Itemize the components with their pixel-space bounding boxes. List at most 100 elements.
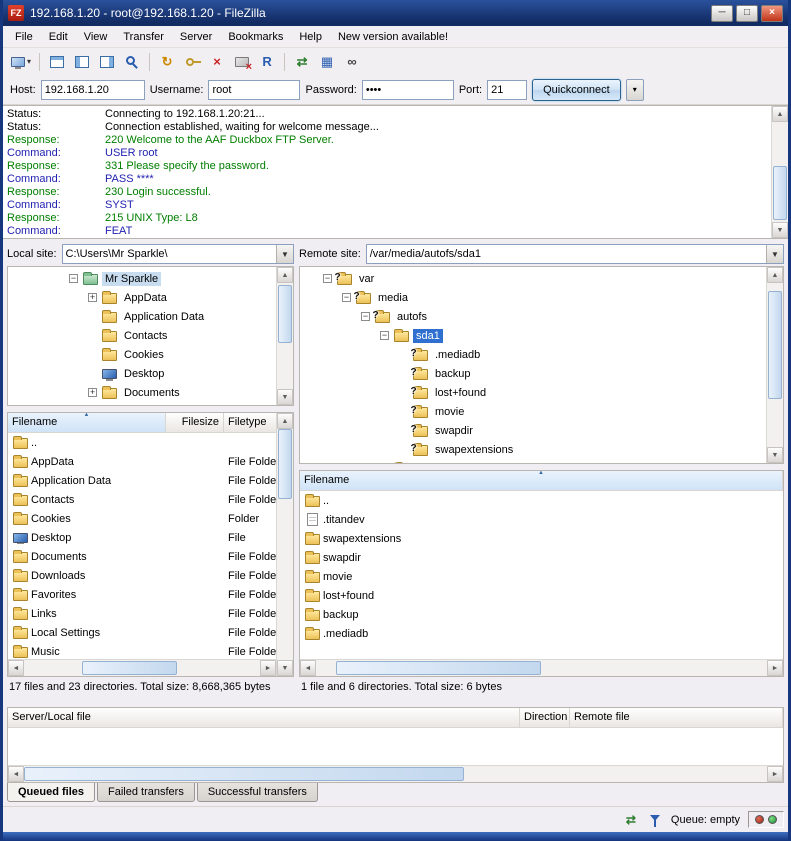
scrollbar-thumb[interactable] [773, 166, 787, 220]
tree-item-downloads[interactable]: +Downloads [8, 402, 273, 406]
file-row-backup[interactable]: backup [300, 605, 783, 624]
scrollbar-thumb[interactable] [768, 291, 782, 399]
file-row-application-data[interactable]: Application DataFile Folder [8, 471, 293, 490]
file-row-movie[interactable]: movie [300, 567, 783, 586]
tree-item-backup[interactable]: ?backup [300, 364, 763, 383]
menu-item-view[interactable]: View [76, 28, 116, 46]
scrollbar-thumb[interactable] [278, 285, 292, 343]
filter-icon[interactable] [647, 813, 663, 827]
column-header-filename[interactable]: Filename▲ [300, 471, 783, 490]
toggle-message-log-button[interactable] [45, 51, 69, 73]
username-input[interactable] [208, 80, 300, 100]
refresh-button[interactable]: ↻ [155, 51, 179, 73]
toggle-local-tree-button[interactable] [70, 51, 94, 73]
titlebar[interactable]: FZ 192.168.1.20 - root@192.168.1.20 - Fi… [3, 0, 788, 26]
menu-item-edit[interactable]: Edit [41, 28, 76, 46]
scrollbar-thumb[interactable] [24, 767, 464, 781]
column-header-filesize[interactable]: Filesize [166, 413, 224, 432]
toggle-remote-tree-button[interactable] [95, 51, 119, 73]
column-header-server-local-file[interactable]: Server/Local file [8, 708, 520, 727]
file-row-swapdir[interactable]: swapdir [300, 548, 783, 567]
tree-item-documents[interactable]: +Documents [8, 383, 273, 402]
tab-failed-transfers[interactable]: Failed transfers [97, 783, 195, 802]
file-row-documents[interactable]: DocumentsFile Folder [8, 547, 293, 566]
remote-site-combo[interactable]: /var/media/autofs/sda1 ▼ [366, 244, 784, 264]
scroll-up-button[interactable]: ▲ [772, 106, 788, 122]
scroll-down-button[interactable]: ▼ [772, 222, 788, 238]
scrollbar-thumb[interactable] [336, 661, 541, 675]
horizontal-scrollbar[interactable]: ◄► [300, 659, 783, 676]
disconnect-button[interactable] [230, 51, 254, 73]
quickconnect-button[interactable]: Quickconnect [532, 79, 621, 101]
scrollbar-track[interactable] [767, 283, 783, 447]
scrollbar-thumb[interactable] [278, 429, 292, 499]
expand-icon[interactable]: + [88, 388, 97, 397]
scrollbar-track[interactable] [277, 283, 293, 389]
tree-item-cookies[interactable]: Cookies [8, 345, 273, 364]
speed-limits-icon[interactable]: ⇄ [623, 813, 639, 827]
tree-item-mr-sparkle[interactable]: −Mr Sparkle [8, 269, 273, 288]
collapse-icon[interactable]: − [323, 274, 332, 283]
close-button[interactable]: × [761, 5, 783, 22]
synchronized-browsing-button[interactable]: ⇄ [290, 51, 314, 73]
scrollbar-thumb[interactable] [82, 661, 177, 675]
tree-item-contacts[interactable]: Contacts [8, 326, 273, 345]
site-manager-button[interactable]: ▾ [8, 51, 34, 73]
password-input[interactable] [362, 80, 454, 100]
vertical-scrollbar[interactable]: ▲▼ [771, 106, 788, 238]
file-row-mediadb[interactable]: .mediadb [300, 624, 783, 643]
tree-item-swapextensions[interactable]: ?swapextensions [300, 440, 763, 459]
local-site-combo[interactable]: C:\Users\Mr Sparkle\ ▼ [62, 244, 294, 264]
scroll-down-button[interactable]: ▼ [277, 389, 293, 405]
scroll-left-button[interactable]: ◄ [8, 660, 24, 676]
site-manager-dropdown-arrow-icon[interactable]: ▾ [27, 57, 31, 66]
tree-item-var[interactable]: −?var [300, 269, 763, 288]
file-row-contacts[interactable]: ContactsFile Folder [8, 490, 293, 509]
collapse-icon[interactable]: − [380, 331, 389, 340]
file-row-downloads[interactable]: DownloadsFile Folder [8, 566, 293, 585]
scroll-left-button[interactable]: ◄ [300, 660, 316, 676]
quickconnect-dropdown-button[interactable]: ▾ [626, 79, 644, 101]
tab-successful-transfers[interactable]: Successful transfers [197, 783, 318, 802]
local-site-dropdown-icon[interactable]: ▼ [276, 245, 293, 263]
file-row-appdata[interactable]: AppDataFile Folder [8, 452, 293, 471]
toggle-queue-button[interactable] [120, 51, 144, 73]
reconnect-button[interactable]: R [255, 51, 279, 73]
expand-icon[interactable]: + [88, 293, 97, 302]
tree-item-autofs[interactable]: −?autofs [300, 307, 763, 326]
file-row-desktop[interactable]: DesktopFile [8, 528, 293, 547]
file-row-titandev[interactable]: .titandev [300, 510, 783, 529]
collapse-icon[interactable]: − [361, 312, 370, 321]
scroll-up-button[interactable]: ▲ [277, 267, 293, 283]
column-header-direction[interactable]: Direction [520, 708, 570, 727]
scroll-down-button[interactable]: ▼ [277, 660, 293, 676]
horizontal-scrollbar[interactable]: ◄► [8, 659, 276, 676]
scroll-up-button[interactable]: ▲ [767, 267, 783, 283]
scroll-down-button[interactable]: ▼ [767, 447, 783, 463]
menu-item-server[interactable]: Server [172, 28, 220, 46]
tree-item-appdata[interactable]: +AppData [8, 288, 273, 307]
scrollbar-track[interactable] [772, 122, 788, 222]
menu-item-file[interactable]: File [7, 28, 41, 46]
scrollbar-track[interactable] [24, 660, 260, 676]
file-row-item[interactable]: .. [300, 491, 783, 510]
horizontal-scrollbar[interactable]: ◄► [8, 765, 783, 782]
file-row-links[interactable]: LinksFile Folder [8, 604, 293, 623]
file-row-item[interactable]: .. [8, 433, 293, 452]
file-row-local-settings[interactable]: Local SettingsFile Folder [8, 623, 293, 642]
column-header-remote-file[interactable]: Remote file [570, 708, 783, 727]
collapse-icon[interactable]: − [69, 274, 78, 283]
tab-queued-files[interactable]: Queued files [7, 783, 95, 802]
scrollbar-track[interactable] [277, 429, 293, 660]
menu-item-bookmarks[interactable]: Bookmarks [220, 28, 291, 46]
cancel-button[interactable]: × [205, 51, 229, 73]
tree-item-application-data[interactable]: Application Data [8, 307, 273, 326]
tree-item-sda1[interactable]: −sda1 [300, 326, 763, 345]
scroll-left-button[interactable]: ◄ [8, 766, 24, 782]
find-files-button[interactable]: ∞ [340, 51, 364, 73]
file-row-swapextensions[interactable]: swapextensions [300, 529, 783, 548]
scrollbar-track[interactable] [316, 660, 767, 676]
vertical-scrollbar[interactable]: ▲▼ [276, 413, 293, 676]
scroll-up-button[interactable]: ▲ [277, 413, 293, 429]
tree-item-dvd[interactable]: ?dvd [300, 459, 763, 464]
